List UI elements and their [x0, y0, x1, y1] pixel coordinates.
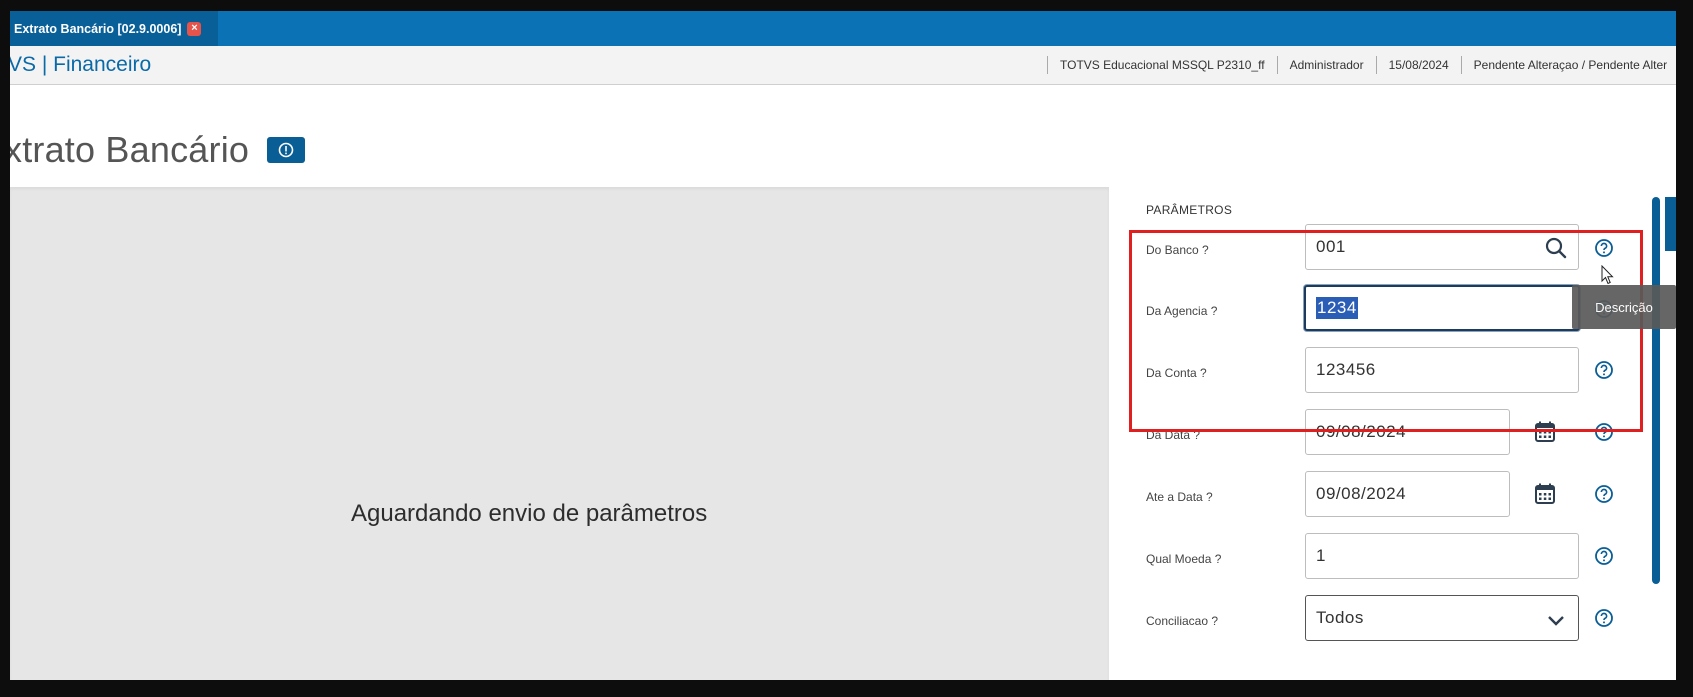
app-window: Extrato Bancário [02.9.0006] × VS | Fina… — [10, 11, 1676, 680]
help-icon[interactable] — [1594, 546, 1614, 566]
label-da-agencia: Da Agencia ? — [1146, 304, 1218, 318]
waiting-message: Aguardando envio de parâmetros — [351, 500, 708, 527]
calendar-icon[interactable] — [1534, 420, 1556, 444]
help-icon[interactable] — [1594, 422, 1614, 442]
info-icon[interactable] — [267, 137, 306, 163]
status-database: TOTVS Educacional MSSQL P2310_ff — [1047, 56, 1277, 74]
label-qual-moeda: Qual Moeda ? — [1146, 552, 1222, 566]
side-panel-toggle[interactable] — [1665, 197, 1676, 251]
da-agencia-value: 1234 — [1316, 297, 1358, 319]
panel-scrollbar[interactable] — [1652, 197, 1660, 584]
do-banco-value: 001 — [1316, 237, 1346, 256]
da-data-input[interactable]: 09/08/2024 — [1305, 409, 1510, 455]
page-title: xtrato Bancário — [10, 129, 306, 171]
ate-a-data-value: 09/08/2024 — [1316, 484, 1407, 503]
module-title: VS | Financeiro — [10, 53, 152, 76]
status-date: 15/08/2024 — [1375, 56, 1461, 74]
help-icon[interactable] — [1594, 238, 1614, 258]
search-icon[interactable] — [1544, 236, 1568, 260]
status-user: Administrador — [1276, 56, 1376, 74]
results-area: Aguardando envio de parâmetros — [10, 187, 1109, 680]
label-do-banco: Do Banco ? — [1146, 243, 1209, 257]
app-header: VS | Financeiro TOTVS Educacional MSSQL … — [10, 46, 1676, 85]
status-pending: Pendente Alteraçao / Pendente Alter — [1460, 56, 1676, 74]
tab-extrato-bancario[interactable]: Extrato Bancário [02.9.0006] × — [10, 11, 218, 46]
close-icon[interactable]: × — [187, 21, 202, 36]
chevron-down-icon[interactable] — [1544, 609, 1568, 633]
tab-label: Extrato Bancário [02.9.0006] — [14, 21, 182, 36]
da-conta-input[interactable]: 123456 — [1305, 347, 1579, 393]
da-data-value: 09/08/2024 — [1316, 422, 1407, 441]
do-banco-input[interactable]: 001 — [1305, 224, 1579, 270]
page-title-text: xtrato Bancário — [10, 129, 250, 170]
qual-moeda-input[interactable]: 1 — [1305, 533, 1579, 579]
label-da-conta: Da Conta ? — [1146, 366, 1207, 380]
label-conciliacao: Conciliacao ? — [1146, 614, 1219, 628]
ate-a-data-input[interactable]: 09/08/2024 — [1305, 471, 1510, 517]
qual-moeda-value: 1 — [1316, 546, 1326, 565]
parameters-heading: PARÂMETROS — [1146, 203, 1233, 217]
mouse-cursor-icon — [1601, 265, 1614, 285]
help-icon[interactable] — [1594, 360, 1614, 380]
conciliacao-select[interactable]: Todos — [1305, 595, 1579, 641]
tooltip: Descrição — [1572, 285, 1676, 329]
conciliacao-value: Todos — [1316, 608, 1364, 627]
label-ate-a-data: Ate a Data ? — [1146, 490, 1213, 504]
status-bar: TOTVS Educacional MSSQL P2310_ff Adminis… — [1047, 46, 1676, 84]
da-conta-value: 123456 — [1316, 360, 1376, 379]
calendar-icon[interactable] — [1534, 482, 1556, 506]
help-icon[interactable] — [1594, 484, 1614, 504]
help-icon[interactable] — [1594, 608, 1614, 628]
da-agencia-input[interactable]: 1234 — [1304, 285, 1580, 331]
label-da-data: Da Data ? — [1146, 428, 1201, 442]
tab-bar: Extrato Bancário [02.9.0006] × — [10, 11, 1676, 46]
parameters-panel: PARÂMETROS Do Banco ? 001 Da Agencia ? 1… — [1109, 187, 1649, 680]
